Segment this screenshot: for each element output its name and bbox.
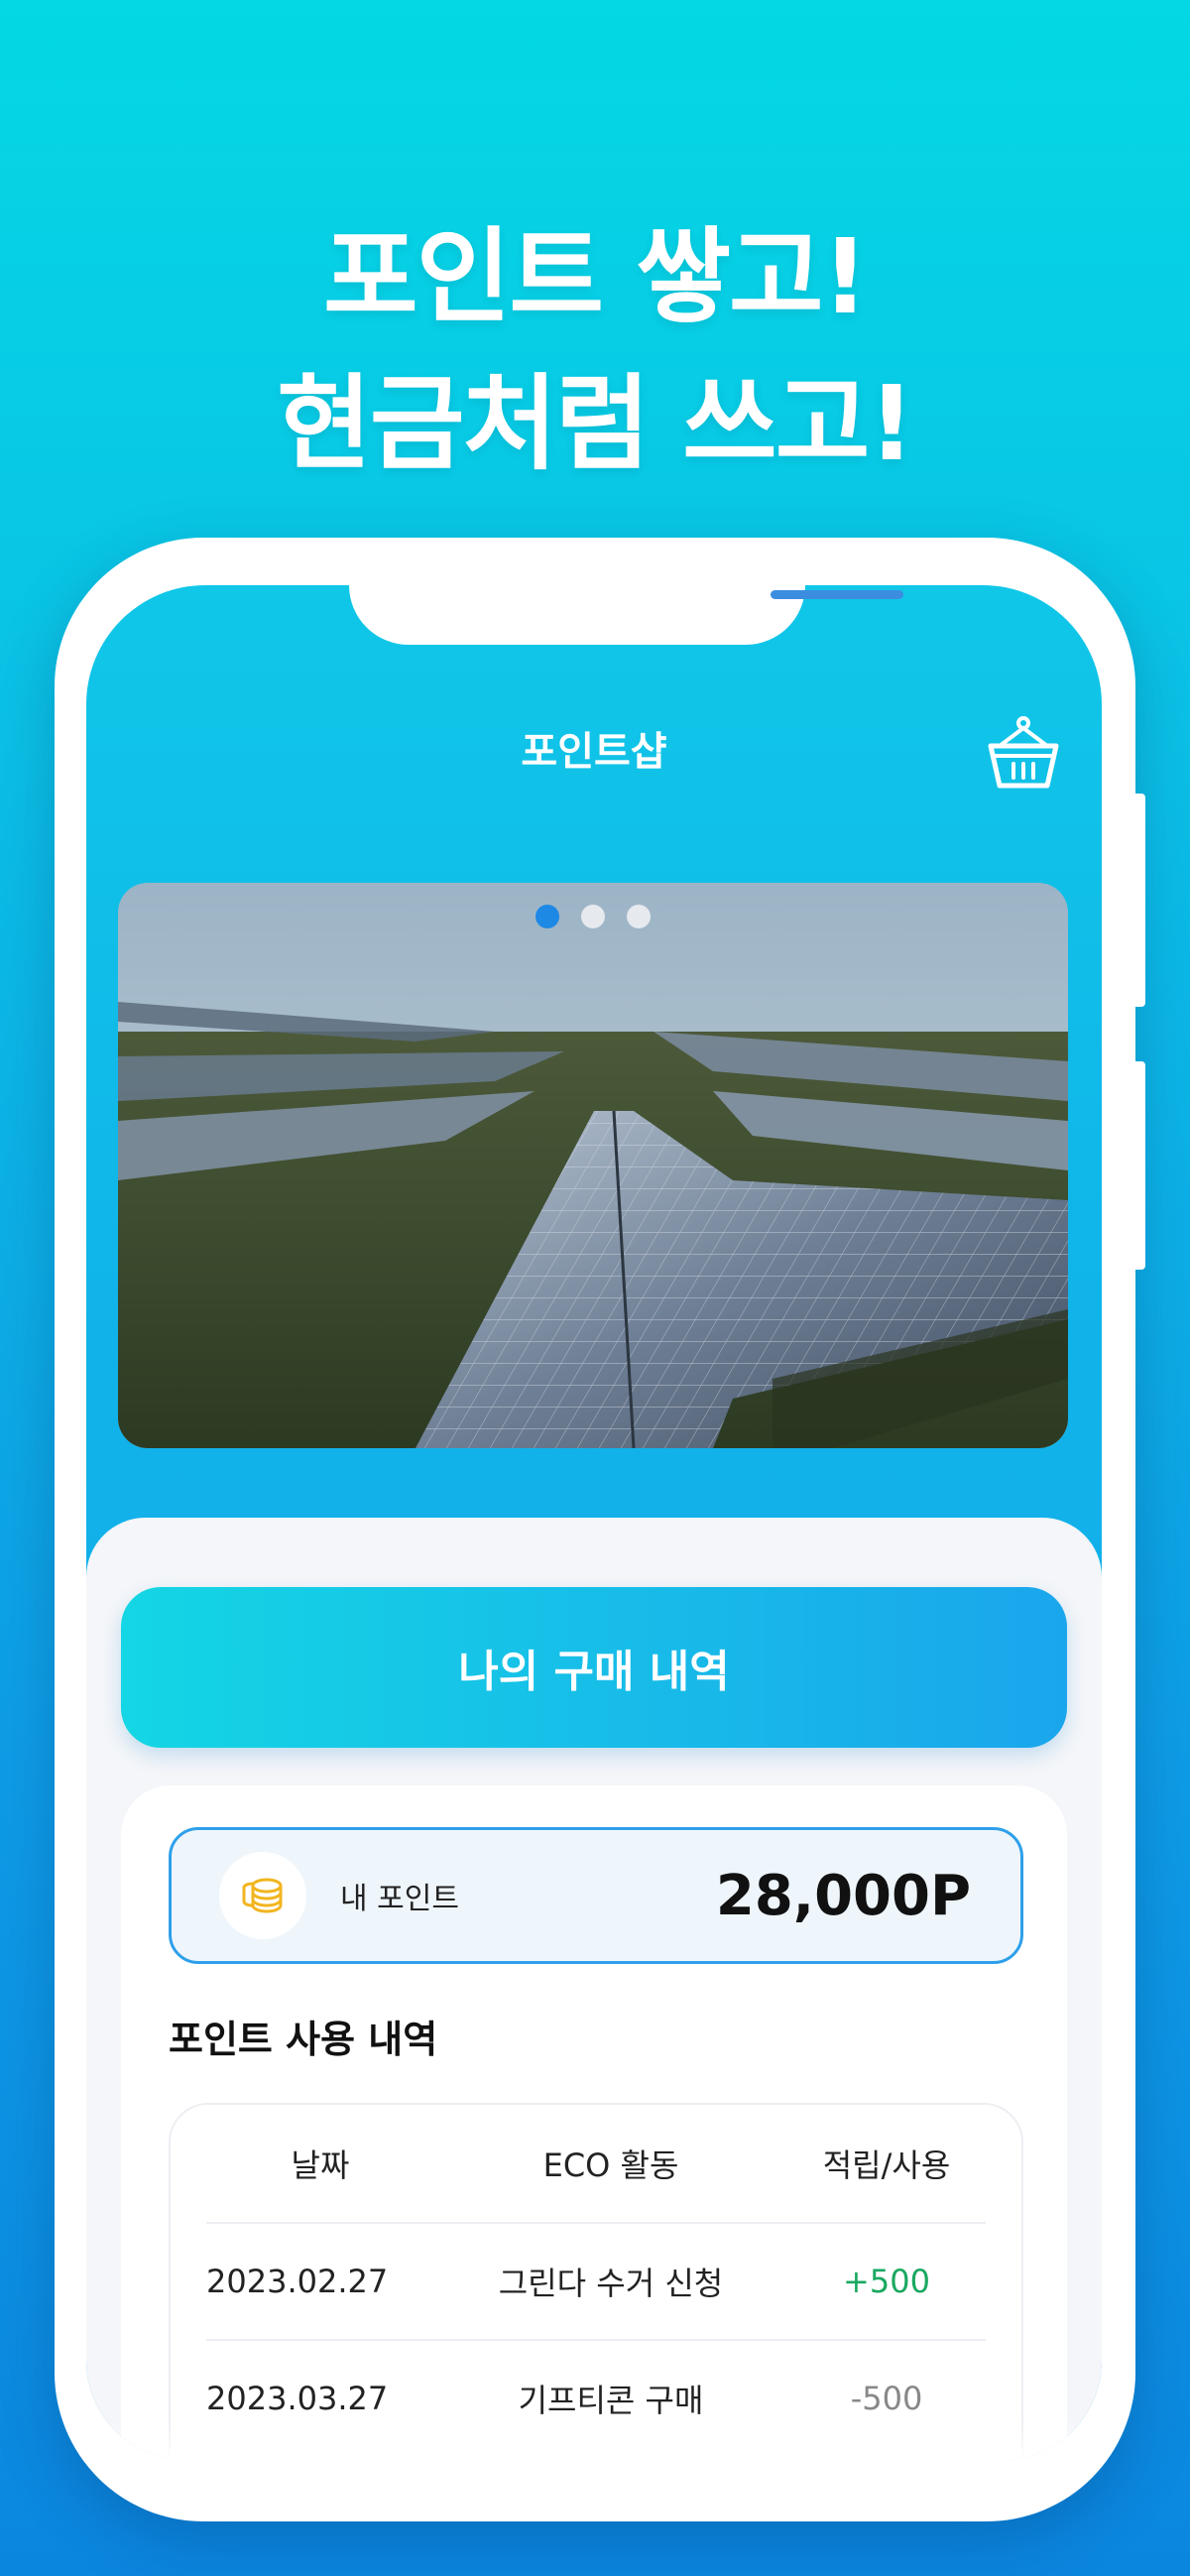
- points-history-title: 포인트 사용 내역: [169, 2018, 438, 2061]
- basket-icon[interactable]: [984, 714, 1063, 794]
- table-header: 날짜 ECO 활동 적립/사용: [206, 2105, 986, 2222]
- screen-bottom-fade: [86, 2420, 1102, 2460]
- phone-side-button-lower: [1131, 1061, 1145, 1270]
- column-header-date: 날짜: [291, 2147, 350, 2184]
- my-points-value: 28,000P: [715, 1863, 971, 1928]
- phone-screen: 포인트샵 나의 구매 내역 내 포인트 28,000P 포인트 사용 내역 날짜…: [86, 585, 1102, 2460]
- headline-line-2: 현금처럼 쓰고!: [277, 363, 915, 484]
- purchase-history-button[interactable]: 나의 구매 내역: [121, 1587, 1067, 1748]
- table-row: 2023.02.27 그린다 수거 신청 +500: [206, 2222, 986, 2339]
- phone-notch: [349, 585, 903, 645]
- notch-speaker: [771, 590, 903, 599]
- column-header-activity: ECO 활동: [542, 2147, 679, 2184]
- row-date: 2023.03.27: [206, 2380, 389, 2417]
- banner-carousel[interactable]: [118, 883, 1068, 1448]
- carousel-dots: [118, 905, 1068, 928]
- carousel-dot-3[interactable]: [627, 905, 651, 928]
- solar-panel-image: [118, 883, 1068, 1448]
- row-amount: +500: [843, 2263, 930, 2300]
- my-points-label: 내 포인트: [340, 1882, 459, 1916]
- row-activity: 그린다 수거 신청: [498, 2265, 724, 2302]
- coins-icon: [219, 1852, 306, 1939]
- carousel-dot-2[interactable]: [581, 905, 605, 928]
- row-date: 2023.02.27: [206, 2263, 389, 2300]
- points-card: 내 포인트 28,000P 포인트 사용 내역 날짜 ECO 활동 적립/사용 …: [121, 1785, 1067, 2460]
- column-header-amount: 적립/사용: [822, 2147, 951, 2184]
- points-history-table: 날짜 ECO 활동 적립/사용 2023.02.27 그린다 수거 신청 +50…: [169, 2103, 1023, 2460]
- promo-headline: 포인트 쌓고! 현금처럼 쓰고!: [0, 203, 1190, 497]
- phone-side-button-upper: [1131, 794, 1145, 1007]
- headline-line-1: 포인트 쌓고!: [322, 216, 869, 337]
- row-activity: 기프티콘 구매: [518, 2382, 704, 2419]
- screen-title: 포인트샵: [521, 729, 667, 775]
- bottom-sheet: 나의 구매 내역 내 포인트 28,000P 포인트 사용 내역 날짜 ECO …: [86, 1518, 1102, 2460]
- carousel-dot-1[interactable]: [536, 905, 559, 928]
- my-points-box: 내 포인트 28,000P: [169, 1827, 1023, 1964]
- row-amount: -500: [850, 2380, 923, 2417]
